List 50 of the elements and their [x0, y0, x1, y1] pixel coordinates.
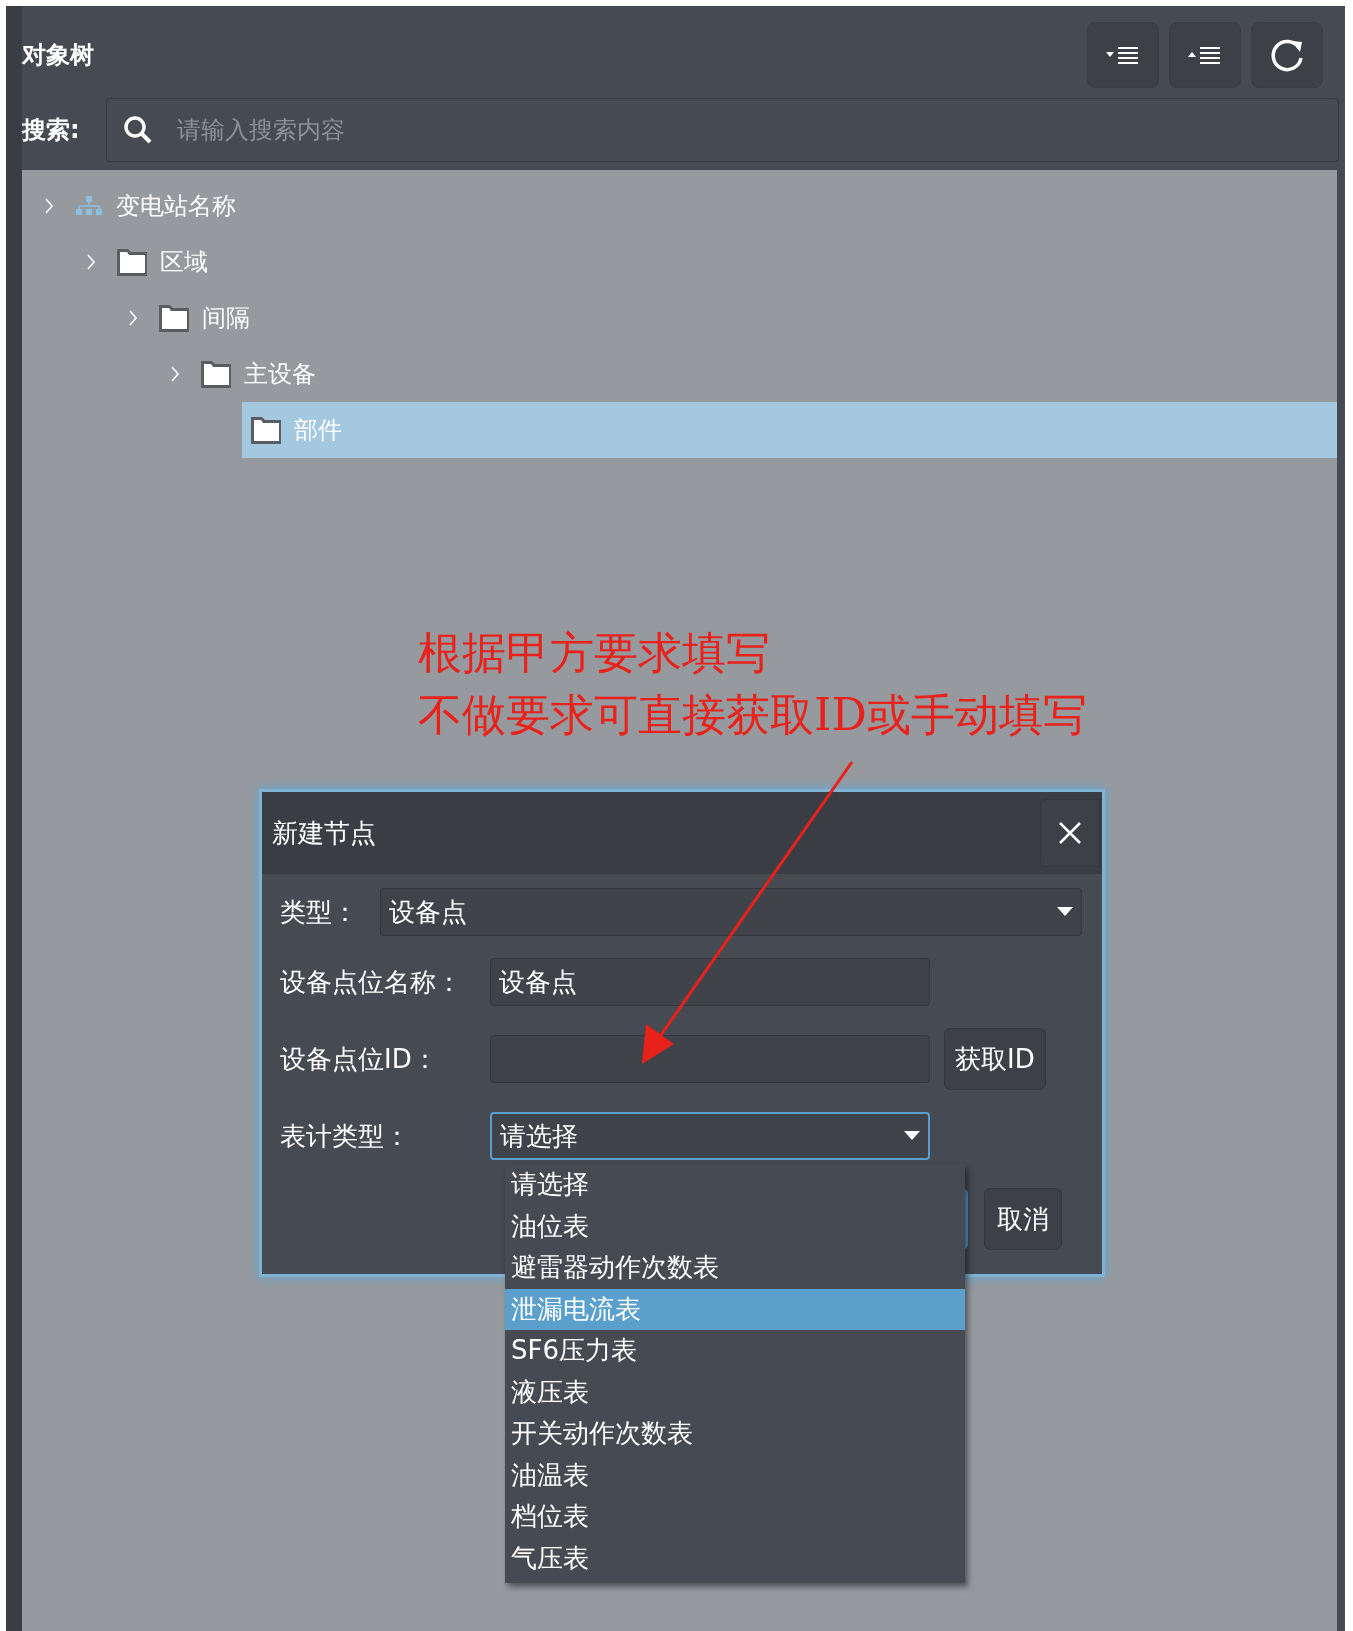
close-icon [1058, 821, 1082, 845]
text-field[interactable] [490, 1035, 930, 1083]
dropdown-option[interactable]: 气压表 [505, 1537, 965, 1579]
node-label: 间隔 [202, 303, 250, 334]
field-label: 类型： [280, 895, 359, 929]
field-label: 表计类型： [280, 1119, 411, 1153]
node-label: 区域 [160, 247, 208, 278]
close-button[interactable] [1040, 799, 1100, 867]
dropdown-option[interactable]: 液压表 [505, 1371, 965, 1413]
annotation-text: 根据甲方要求填写 [418, 626, 771, 680]
panel-title: 对象树 [22, 40, 94, 71]
get-id-button[interactable]: 获取ID [944, 1028, 1046, 1090]
text-field[interactable]: 设备点 [490, 958, 930, 1006]
select-field[interactable]: 设备点 [380, 888, 1082, 936]
dialog-title: 新建节点 [272, 816, 376, 850]
caret-icon [904, 1131, 920, 1141]
refresh-button[interactable] [1251, 22, 1323, 88]
folder-icon [200, 359, 232, 389]
folder-icon [158, 303, 190, 333]
dropdown-option[interactable]: 请选择 [505, 1164, 965, 1206]
folder-icon [116, 247, 148, 277]
expand-button[interactable] [1087, 22, 1159, 88]
node-label: 变电站名称 [116, 191, 236, 222]
node-label: 部件 [294, 415, 342, 446]
search-input[interactable]: 请输入搜索内容 [174, 115, 1322, 145]
annotation-text: 不做要求可直接获取ID或手动填写 [418, 688, 1087, 742]
dropdown-option[interactable]: 开关动作次数表 [505, 1413, 965, 1455]
search-label: 搜索: [22, 115, 80, 146]
dropdown-option[interactable]: 油温表 [505, 1454, 965, 1496]
search-field[interactable]: 请输入搜索内容 [105, 98, 1339, 162]
dropdown-option[interactable]: 油位表 [505, 1205, 965, 1247]
dropdown-option[interactable]: 避雷器动作次数表 [505, 1247, 965, 1289]
caret-icon [1057, 907, 1073, 917]
cancel-button[interactable]: 取消 [984, 1188, 1062, 1250]
expand-list-icon [1106, 45, 1140, 65]
node-label: 主设备 [244, 359, 316, 390]
hierarchy-icon [74, 195, 104, 217]
chevron-right-icon [170, 366, 180, 382]
field-label: 设备点位名称： [280, 965, 463, 999]
collapse-list-icon [1188, 45, 1222, 65]
collapse-button[interactable] [1169, 22, 1241, 88]
chevron-right-icon [128, 310, 138, 326]
folder-icon [250, 415, 282, 445]
chevron-right-icon [86, 254, 96, 270]
dropdown-option[interactable]: 档位表 [505, 1496, 965, 1538]
field-label: 设备点位ID： [280, 1042, 439, 1076]
chevron-right-icon [44, 198, 54, 214]
dropdown-option[interactable]: SF6压力表 [505, 1330, 965, 1372]
search-icon [122, 115, 153, 145]
select-field[interactable]: 请选择 [490, 1112, 930, 1160]
